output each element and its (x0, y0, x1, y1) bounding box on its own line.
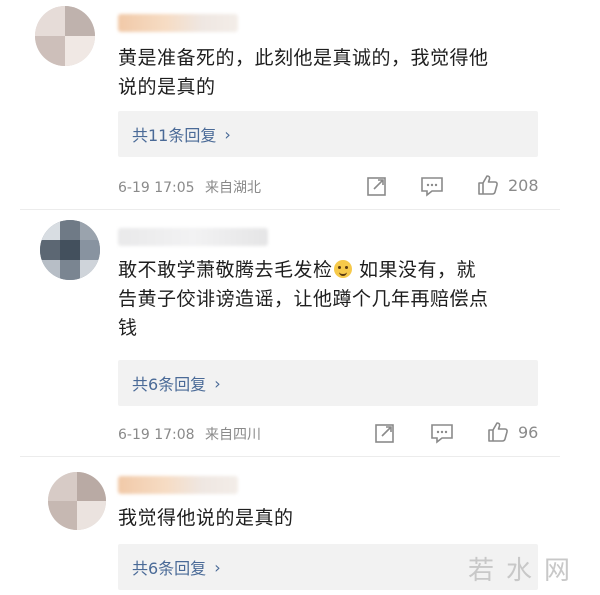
username-blurred[interactable] (118, 14, 238, 32)
username-blurred[interactable] (118, 228, 268, 246)
replies-label: 共6条回复 (132, 559, 207, 578)
comment-icon[interactable] (420, 175, 444, 197)
comment-icon[interactable] (430, 422, 454, 444)
view-replies-button[interactable]: 共11条回复 › (118, 111, 538, 157)
replies-label: 共11条回复 (132, 126, 217, 145)
avatar[interactable] (48, 472, 106, 530)
replies-label: 共6条回复 (132, 375, 207, 394)
comment-meta: 6-19 17:05 来自湖北 (118, 177, 261, 197)
comment-date: 6-19 17:05 (118, 180, 195, 196)
comment-text: 敢不敢学萧敬腾去毛发检 如果没有，就 告黄子佼诽谤造谣，让他蹲个几年再赔偿点 钱 (118, 256, 558, 343)
thumbs-up-icon[interactable] (486, 420, 510, 444)
comment-location: 来自湖北 (205, 180, 262, 196)
chevron-right-icon: › (224, 124, 231, 144)
comment-location: 来自四川 (205, 427, 262, 443)
share-icon[interactable] (366, 175, 388, 197)
comment-date: 6-19 17:08 (118, 427, 195, 443)
comment-text: 黄是准备死的，此刻他是真诚的，我觉得他 说的是真的 (118, 47, 489, 98)
comment-text: 我觉得他说的是真的 (118, 507, 294, 529)
grinning-cat-emoji-icon (333, 260, 352, 278)
thumbs-up-icon[interactable] (476, 173, 500, 197)
avatar[interactable] (40, 220, 100, 280)
chevron-right-icon: › (214, 557, 221, 577)
username-blurred[interactable] (118, 476, 238, 494)
watermark: 若水网 (467, 556, 582, 586)
comment-text-part: 敢不敢学萧敬腾去毛发检 (118, 259, 333, 281)
like-count: 96 (518, 423, 539, 442)
chevron-right-icon: › (214, 373, 221, 393)
view-replies-button[interactable]: 共6条回复 › (118, 360, 538, 406)
like-count: 208 (508, 176, 539, 195)
share-icon[interactable] (374, 422, 396, 444)
divider (20, 209, 560, 210)
avatar[interactable] (35, 6, 95, 66)
comment-meta: 6-19 17:08 来自四川 (118, 424, 261, 444)
divider (20, 456, 560, 457)
